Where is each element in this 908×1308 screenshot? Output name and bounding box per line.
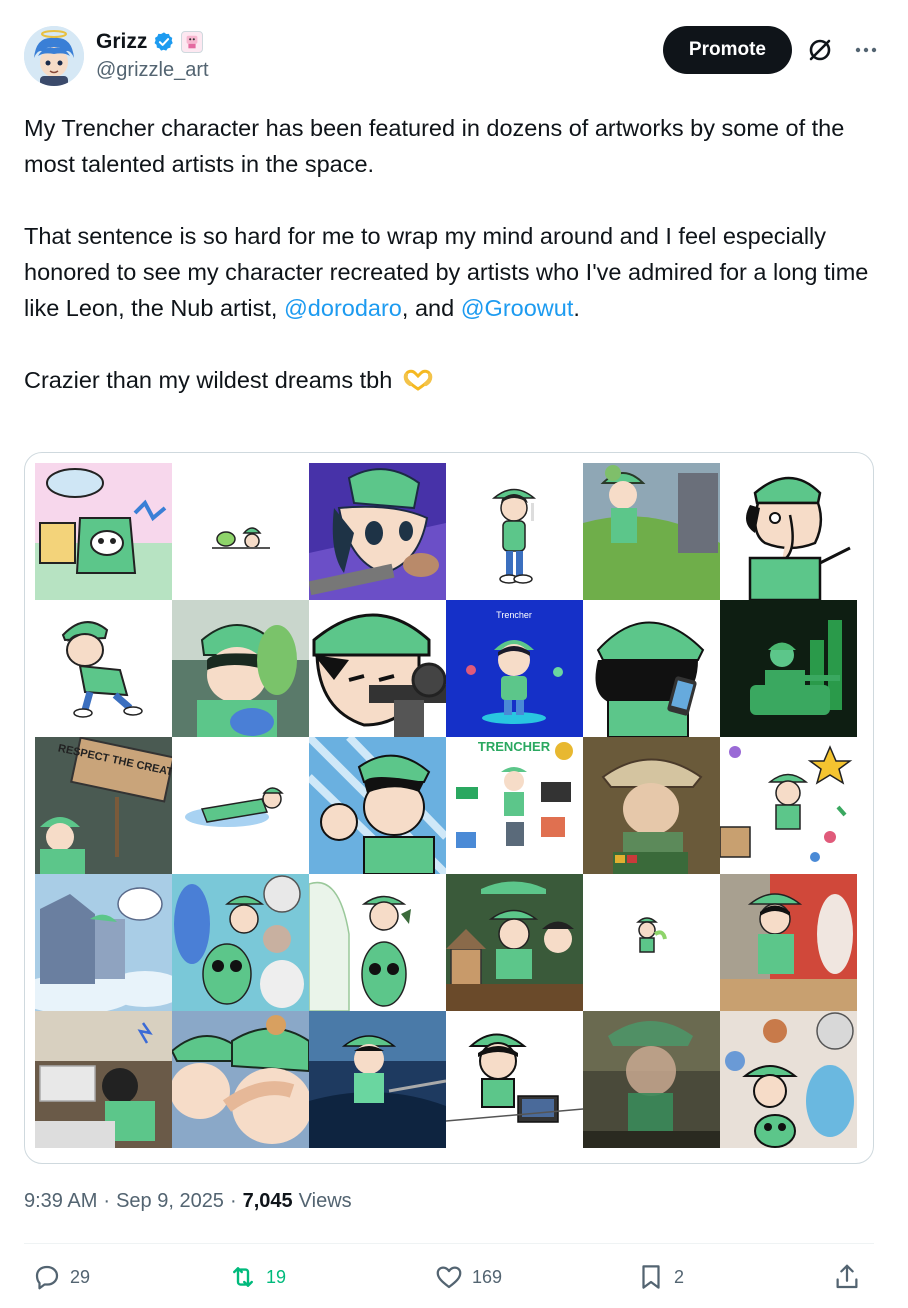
artwork-tile[interactable] (35, 1011, 172, 1148)
avatar[interactable] (24, 26, 84, 86)
like-button[interactable]: 169 (434, 1262, 502, 1292)
artwork-tile[interactable]: Trencher (446, 600, 583, 737)
tweet-time[interactable]: 9:39 AM (24, 1190, 97, 1213)
tweet-header: Grizz @grizzle_art Promote (24, 22, 884, 92)
artwork-tile[interactable] (172, 463, 309, 600)
tweet-paragraph-2: That sentence is so hard for me to wrap … (24, 218, 884, 326)
artwork-tile[interactable]: RESPECT THE CREATOR (35, 737, 172, 874)
display-name[interactable]: Grizz (96, 30, 147, 54)
media-collage[interactable]: Trencher RESPECT THE CREATOR TRENCHER (24, 452, 874, 1164)
artwork-tile[interactable] (446, 874, 583, 1011)
trencher-title-text: Trencher (496, 610, 532, 620)
between-mentions-text: , and (401, 295, 461, 321)
name-row: Grizz (96, 30, 204, 54)
tweet-paragraph-1: My Trencher character has been featured … (24, 115, 845, 177)
artwork-tile[interactable]: TRENCHER (446, 737, 583, 874)
artwork-tile[interactable] (309, 874, 446, 1011)
artwork-tile[interactable] (309, 463, 446, 600)
action-bar: 29 19 169 2 (24, 1262, 874, 1298)
like-count: 169 (472, 1266, 503, 1287)
reply-icon (35, 1265, 59, 1290)
artwork-tile[interactable] (172, 600, 309, 737)
views-label: Views (298, 1190, 352, 1212)
artwork-tile[interactable] (720, 874, 857, 1011)
author-handle[interactable]: @grizzle_art (96, 59, 209, 82)
repost-button[interactable]: 19 (228, 1262, 286, 1292)
tweet-paragraph-3: Crazier than my wildest dreams tbh (24, 362, 884, 398)
repost-count: 19 (266, 1266, 287, 1287)
artwork-tile[interactable] (720, 737, 857, 874)
bookmark-count: 2 (674, 1266, 685, 1287)
trencher-poster-text: TRENCHER (478, 739, 551, 754)
artwork-tile[interactable] (172, 737, 309, 874)
avatar-image (24, 26, 84, 86)
artwork-tile[interactable] (309, 737, 446, 874)
artwork-tile[interactable] (720, 600, 857, 737)
mention-dorodaro[interactable]: @dorodaro (284, 295, 402, 321)
artwork-tile[interactable] (720, 463, 857, 600)
share-button[interactable] (832, 1262, 862, 1292)
bookmark-button[interactable]: 2 (636, 1262, 684, 1292)
grok-icon[interactable] (806, 36, 834, 64)
paragraph-3-text: Crazier than my wildest dreams tbh (24, 367, 393, 393)
artwork-tile[interactable] (172, 874, 309, 1011)
divider (24, 1243, 874, 1244)
affiliate-badge-icon[interactable] (181, 31, 204, 53)
after-mention-text: . (573, 295, 580, 321)
artwork-tile[interactable] (583, 600, 720, 737)
meta-separator: · (229, 1190, 237, 1212)
promote-button[interactable]: Promote (662, 26, 792, 74)
mention-groowut[interactable]: @Groowut (461, 295, 574, 321)
artwork-tile[interactable] (35, 874, 172, 1011)
tweet-meta: 9:39 AM · Sep 9, 2025 · 7,045 Views (24, 1190, 352, 1213)
artwork-tile[interactable] (720, 1011, 857, 1148)
heart-icon (436, 1266, 462, 1289)
artwork-tile[interactable] (583, 463, 720, 600)
heart-hands-emoji-icon (403, 369, 433, 391)
reply-button[interactable]: 29 (32, 1262, 90, 1292)
more-options-icon[interactable] (852, 36, 880, 64)
share-icon (836, 1264, 858, 1289)
artwork-tile[interactable] (309, 1011, 446, 1148)
meta-separator: · (103, 1190, 111, 1212)
artwork-grid: Trencher RESPECT THE CREATOR TRENCHER (35, 463, 857, 1148)
tweet-text: My Trencher character has been featured … (24, 110, 884, 398)
artwork-tile[interactable] (446, 1011, 583, 1148)
artwork-tile[interactable] (309, 600, 446, 737)
artwork-tile[interactable] (172, 1011, 309, 1148)
verified-badge-icon[interactable] (153, 31, 175, 53)
artwork-tile[interactable] (35, 463, 172, 600)
artwork-tile[interactable] (446, 463, 583, 600)
artwork-tile[interactable] (583, 737, 720, 874)
repost-icon (233, 1267, 253, 1287)
bookmark-icon (642, 1265, 660, 1289)
artwork-tile[interactable] (583, 874, 720, 1011)
tweet-date[interactable]: Sep 9, 2025 (116, 1190, 224, 1213)
views-count: 7,045 (242, 1190, 293, 1212)
artwork-tile[interactable] (35, 600, 172, 737)
artwork-tile[interactable] (583, 1011, 720, 1148)
reply-count: 29 (70, 1266, 91, 1287)
